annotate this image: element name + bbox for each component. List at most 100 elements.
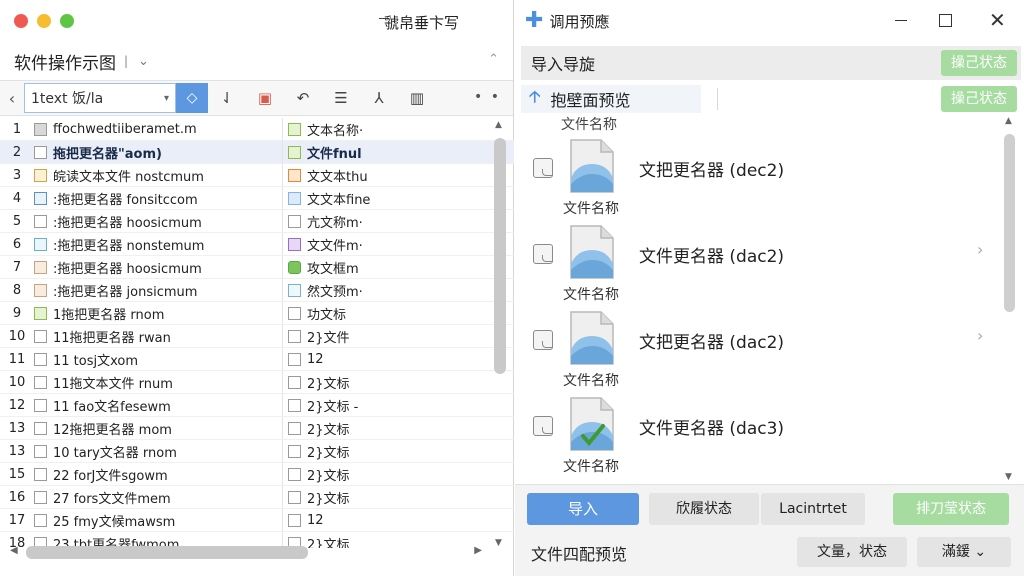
image-icon[interactable]: ▣ xyxy=(246,89,284,107)
table-row[interactable]: 10 11拖文本文件 rnum 2}文标 xyxy=(0,371,514,394)
table-row[interactable]: 13 12拖把更名器 mom 2}文标 xyxy=(0,417,514,440)
list-icon[interactable]: ☰ xyxy=(322,89,360,107)
checkbox[interactable] xyxy=(34,146,47,159)
scroll-thumb[interactable] xyxy=(1004,134,1015,312)
table-row[interactable]: 4:拖把更名器 fonsitccom 文文本fine xyxy=(0,187,514,210)
table-row[interactable]: 9 1拖把更名器 rnom 功文标 xyxy=(0,302,514,325)
status-checkbox[interactable] xyxy=(288,491,301,504)
status-checkbox[interactable] xyxy=(288,445,301,458)
status-checkbox[interactable] xyxy=(288,468,301,481)
file-item[interactable]: 文件名称 文把更名器 (dac2) › xyxy=(521,308,1001,394)
branch-icon[interactable]: ⅄ xyxy=(360,89,398,107)
scroll-left-icon[interactable]: ◀ xyxy=(10,545,18,556)
checkbox[interactable] xyxy=(34,445,47,458)
table-row[interactable]: 6:拖把更名器 nonstemum 文文件m· xyxy=(0,233,514,256)
status-checkbox[interactable] xyxy=(288,215,301,228)
status-checkbox[interactable] xyxy=(288,261,301,274)
state-button[interactable]: 欣履状态 xyxy=(649,493,759,525)
chevron-down-icon[interactable]: ⌄ xyxy=(138,54,149,69)
status-checkbox[interactable] xyxy=(288,399,301,412)
lac-button[interactable]: Lacintrtet xyxy=(761,493,865,525)
table-row[interactable]: 16 27 fors文文件mem 2}文标 xyxy=(0,486,514,509)
search-input[interactable]: 1text 饭/la ▾ xyxy=(24,83,176,113)
scroll-up-icon[interactable]: ▲ xyxy=(1005,116,1012,126)
checkbox[interactable] xyxy=(34,468,47,481)
chevron-right-icon[interactable]: › xyxy=(977,326,983,345)
status-checkbox[interactable] xyxy=(288,146,301,159)
table-row[interactable]: 5:拖把更名器 hoosicmum 亢文称m· xyxy=(0,210,514,233)
checkbox[interactable] xyxy=(34,192,47,205)
status-checkbox[interactable] xyxy=(288,192,301,205)
columns-icon[interactable]: ▥ xyxy=(398,89,436,107)
status-button[interactable]: 操己状态 xyxy=(941,50,1017,76)
checkbox[interactable] xyxy=(34,238,47,251)
collapse-icon[interactable]: ⌃ xyxy=(488,52,499,67)
status-checkbox[interactable] xyxy=(288,284,301,297)
status-button[interactable]: 操己状态 xyxy=(941,86,1017,112)
zoom-traffic-light[interactable] xyxy=(60,14,74,28)
status-checkbox[interactable] xyxy=(288,376,301,389)
preview-tab[interactable]: 🡡 抱壁面预览 xyxy=(521,85,701,113)
filter-button[interactable]: 文量，状态 xyxy=(797,537,907,567)
dropdown-icon[interactable]: ▾ xyxy=(164,93,169,104)
close-icon[interactable]: ✕ xyxy=(989,8,1006,32)
project-selector[interactable]: 软件操作示图 | ⌄ ⌃ xyxy=(0,42,513,80)
right-vertical-scrollbar[interactable]: ▲ ▼ xyxy=(1001,116,1019,482)
back-icon[interactable]: ‹ xyxy=(0,89,24,108)
file-item[interactable]: 文件名称 文把更名器 (dec2) xyxy=(521,136,1001,222)
minimize-traffic-light[interactable] xyxy=(37,14,51,28)
minimize-icon[interactable] xyxy=(895,20,907,21)
sort-icon[interactable]: ⇃ xyxy=(208,89,246,107)
more-icon[interactable]: • • xyxy=(474,89,501,105)
checkbox[interactable] xyxy=(34,215,47,228)
status-checkbox[interactable] xyxy=(288,353,301,366)
status-checkbox[interactable] xyxy=(288,123,301,136)
checkbox[interactable] xyxy=(34,261,47,274)
table-row[interactable]: 7:拖把更名器 hoosicmum 攻文框m xyxy=(0,256,514,279)
table-row[interactable]: 15 22 forJ文件sgowm 2}文标 xyxy=(0,463,514,486)
status-checkbox[interactable] xyxy=(288,422,301,435)
checkbox[interactable] xyxy=(34,330,47,343)
status-checkbox[interactable] xyxy=(288,169,301,182)
status-checkbox[interactable] xyxy=(288,514,301,527)
checkbox[interactable] xyxy=(34,307,47,320)
checkbox[interactable] xyxy=(34,169,47,182)
table-row[interactable]: 1 ffochwedtiiberamet.m 文本名称· xyxy=(0,118,514,141)
green-status-button[interactable]: 排刀莹状态 xyxy=(893,493,1009,525)
table-row[interactable]: 12 11 fao文名fesewm 2}文标 - xyxy=(0,394,514,417)
status-checkbox[interactable] xyxy=(288,307,301,320)
checkbox[interactable] xyxy=(34,399,47,412)
status-checkbox[interactable] xyxy=(288,238,301,251)
scroll-thumb[interactable] xyxy=(26,546,308,559)
table-row[interactable]: 3 皖读文本文件 nostcmum 文文本thu xyxy=(0,164,514,187)
scroll-right-icon[interactable]: ▶ xyxy=(474,545,482,556)
table-row[interactable]: 11 11 tosj文xom 12 xyxy=(0,348,514,371)
left-vertical-scrollbar[interactable]: ▲ ▼ xyxy=(492,118,508,548)
chevron-right-icon[interactable]: › xyxy=(977,240,983,259)
checkbox[interactable] xyxy=(34,353,47,366)
status-checkbox[interactable] xyxy=(288,330,301,343)
undo-icon[interactable]: ↶ xyxy=(284,89,322,107)
checkbox[interactable] xyxy=(34,491,47,504)
checkbox[interactable] xyxy=(34,284,47,297)
scroll-down-icon[interactable]: ▼ xyxy=(1005,472,1012,482)
checkbox[interactable] xyxy=(34,514,47,527)
left-horizontal-scrollbar[interactable]: ◀ ▶ xyxy=(0,542,490,564)
file-item[interactable]: 文件名称 文件更名器 (dac2) › xyxy=(521,222,1001,308)
table-row[interactable]: 13 10 tary文名器 rnom 2}文标 xyxy=(0,440,514,463)
table-row[interactable]: 17 25 fmy文候mawsm 12 xyxy=(0,509,514,532)
checkbox[interactable] xyxy=(34,422,47,435)
scroll-up-icon[interactable]: ▲ xyxy=(495,120,502,130)
table-row[interactable]: 10 11拖把更名器 rwan 2}文件 xyxy=(0,325,514,348)
maximize-icon[interactable] xyxy=(939,14,952,27)
close-traffic-light[interactable] xyxy=(14,14,28,28)
checkbox[interactable] xyxy=(34,123,47,136)
table-row[interactable]: 8:拖把更名器 jonsicmum 然文预m· xyxy=(0,279,514,302)
scroll-down-icon[interactable]: ▼ xyxy=(495,538,502,548)
file-item[interactable]: 文件名称 文件更名器 (dac3) xyxy=(521,394,1001,480)
table-row[interactable]: 2 拖把更名器"aom) 文件fnul xyxy=(0,141,514,164)
import-button[interactable]: 导入 xyxy=(527,493,639,525)
diamond-icon[interactable]: ◇ xyxy=(176,83,208,113)
scroll-thumb[interactable] xyxy=(494,138,506,374)
clear-dropdown[interactable]: 滿鍰 ⌄ xyxy=(917,537,1011,567)
